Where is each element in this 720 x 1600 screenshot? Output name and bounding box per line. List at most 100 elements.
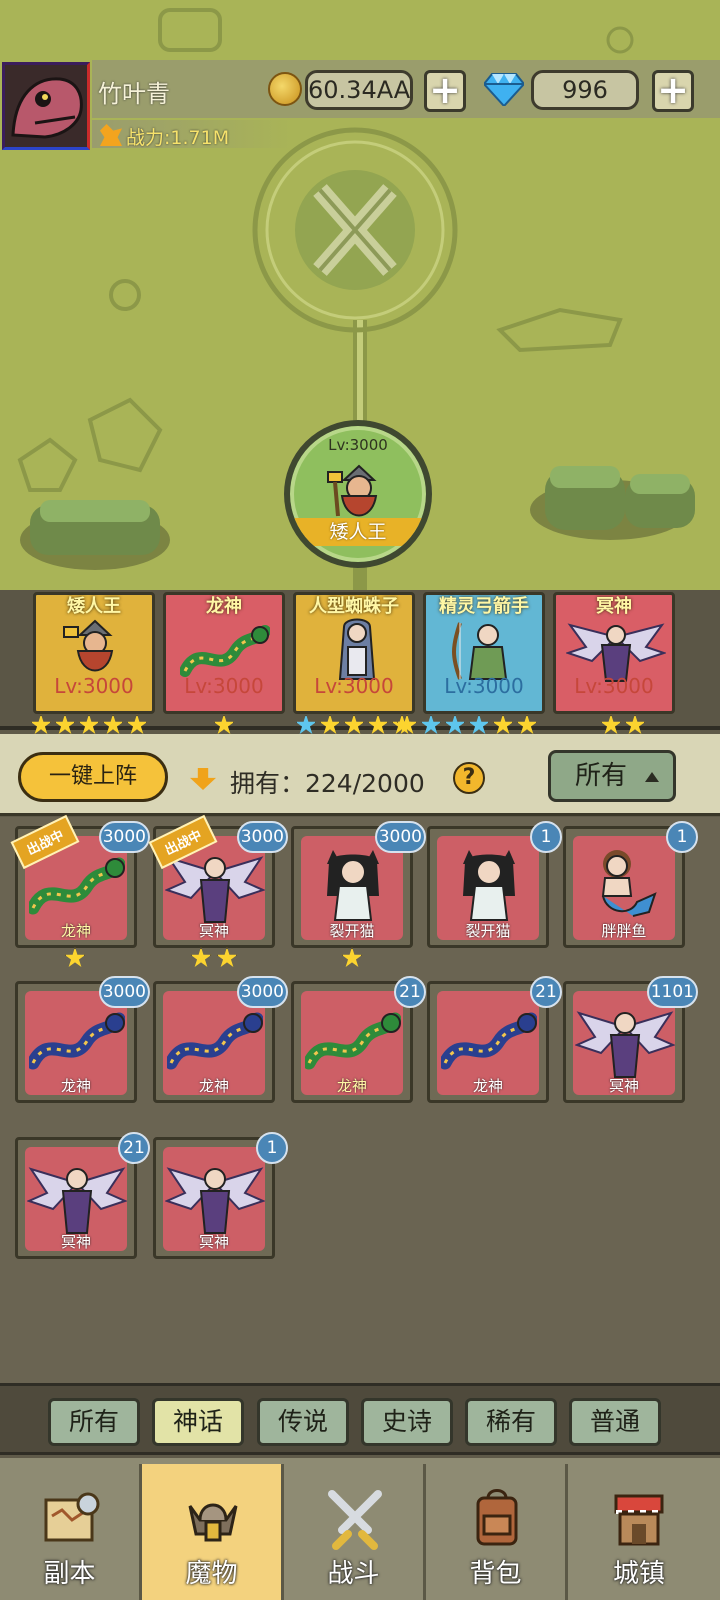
nav-battle[interactable]: 战斗 <box>284 1464 426 1600</box>
team-lineup: 矮人王 Lv:3000 龙神 Lv:3000 人型蜘蛛子 Lv:3000 精灵弓… <box>0 590 720 735</box>
monster-level-badge: 1 <box>530 821 562 853</box>
monster-name: 胖胖鱼 <box>601 922 647 940</box>
monster-stars <box>341 947 363 969</box>
monster-level-badge: 21 <box>530 976 562 1008</box>
add-gems-button[interactable]: + <box>652 70 694 112</box>
tab-rare[interactable]: 稀有 <box>465 1398 557 1446</box>
tab-mythic[interactable]: 神话 <box>152 1398 244 1446</box>
owned-count: 拥有：224/2000 <box>230 769 425 798</box>
team-slot[interactable]: 龙神 Lv:3000 <box>163 592 285 714</box>
chubby-fish-mermaid-icon <box>601 850 657 917</box>
add-gold-button[interactable]: + <box>424 70 466 112</box>
monster-level-badge: 1 <box>256 1132 288 1164</box>
team-slot[interactable]: 冥神 Lv:3000 <box>553 592 675 714</box>
monster-name: 龙神 <box>472 1077 503 1095</box>
gold-star-icon <box>341 947 363 968</box>
monster-toolbar: 一键上阵 拥有：224/2000 ? 所有 <box>0 734 720 816</box>
hades-god-icon <box>165 1167 265 1234</box>
nav-monsters[interactable]: 魔物 <box>142 1464 284 1600</box>
monster-name: 冥神 <box>60 1233 91 1251</box>
tab-common[interactable]: 普通 <box>569 1398 661 1446</box>
shop-house-icon <box>614 1494 664 1546</box>
monster-card[interactable]: 3000 裂开猫 <box>291 821 426 948</box>
monster-level-badge: 3000 <box>236 821 288 853</box>
gold-star-icon <box>319 714 341 735</box>
team-slot[interactable]: 矮人王 Lv:3000 <box>33 592 155 714</box>
diamond-icon <box>484 73 524 106</box>
rarity-filter-tabs: 所有 神话 传说 史诗 稀有 普通 <box>0 1383 720 1455</box>
nav-label: 魔物 <box>185 1559 238 1589</box>
gold-star-icon <box>64 947 86 968</box>
auto-deploy-button[interactable]: 一键上阵 <box>18 752 168 802</box>
blue-dragon-god-icon <box>29 1012 125 1070</box>
nav-dungeon[interactable]: 副本 <box>0 1464 142 1600</box>
horned-helmet-icon <box>188 1503 238 1542</box>
team-member-name: 龙神 <box>206 596 242 617</box>
team-member-level: Lv:3000 <box>54 674 134 698</box>
nav-backpack[interactable]: 背包 <box>426 1464 568 1600</box>
gold-star-icon <box>516 714 538 735</box>
blue-star-icon <box>295 714 317 735</box>
gold-star-icon <box>102 714 124 735</box>
filter-label: 所有 <box>575 761 628 791</box>
gold-star-icon <box>492 714 514 735</box>
team-member-name: 矮人王 <box>67 596 121 617</box>
bottom-navigation: 副本 魔物 战斗 背包 城镇 <box>0 1458 720 1600</box>
tab-all[interactable]: 所有 <box>48 1398 140 1446</box>
down-arrow-icon <box>190 768 216 790</box>
gold-coin-icon <box>268 72 302 106</box>
team-slot[interactable]: 精灵弓箭手 Lv:3000 <box>423 592 545 714</box>
monster-card[interactable]: 1101 冥神 <box>563 976 698 1103</box>
blue-star-icon <box>444 714 466 735</box>
nav-label: 背包 <box>469 1559 522 1589</box>
dragon-god-icon <box>29 857 125 915</box>
monster-name: 裂开猫 <box>465 922 511 940</box>
dragon-god-icon <box>305 1012 401 1070</box>
gem-amount: 996 <box>531 70 639 110</box>
hero-level: Lv:3000 <box>328 436 388 454</box>
gold-star-icon <box>190 947 212 968</box>
monster-card[interactable]: 3000 龙神 <box>153 976 288 1103</box>
filter-dropdown[interactable]: 所有 <box>548 750 676 802</box>
monster-level-badge: 3000 <box>98 821 150 853</box>
hades-god-icon <box>575 1011 675 1078</box>
monster-card[interactable]: 1 裂开猫 <box>427 821 562 948</box>
monster-card[interactable]: 出战中 3000 冥神 <box>148 814 288 948</box>
monster-card[interactable]: 1 胖胖鱼 <box>563 821 698 948</box>
gold-star-icon <box>216 947 238 968</box>
caret-up-icon <box>645 772 659 782</box>
nav-town[interactable]: 城镇 <box>568 1464 710 1600</box>
player-name: 竹叶青 <box>98 80 170 108</box>
split-cat-girl-icon <box>463 850 515 921</box>
split-cat-girl-icon <box>327 850 379 921</box>
monster-grid: 出战中 3000 龙神 出战中 3000 冥神 3000 裂开猫 1 裂开猫 1… <box>0 814 720 1387</box>
dragon-god-icon <box>180 625 270 677</box>
leader-hero-portrait[interactable]: Lv:3000 矮人王 <box>284 420 432 568</box>
team-slot[interactable]: 人型蜘蛛子 Lv:3000 <box>293 592 415 714</box>
monster-name: 裂开猫 <box>329 922 375 940</box>
team-member-level: Lv:3000 <box>444 674 524 698</box>
monster-face-icon <box>5 65 87 147</box>
gold-star-icon <box>30 714 52 735</box>
monster-card[interactable]: 出战中 3000 龙神 <box>10 814 150 948</box>
monster-level-badge: 3000 <box>236 976 288 1008</box>
monster-card[interactable]: 21 冥神 <box>15 1132 150 1259</box>
team-member-name: 人型蜘蛛子 <box>309 596 399 617</box>
player-avatar[interactable] <box>2 62 90 150</box>
monster-name: 龙神 <box>60 922 91 940</box>
map-scroll-icon <box>44 1492 100 1542</box>
help-icon[interactable]: ? <box>453 762 485 794</box>
monster-card[interactable]: 3000 龙神 <box>15 976 150 1103</box>
nav-label: 战斗 <box>327 1559 380 1589</box>
tab-epic[interactable]: 史诗 <box>361 1398 453 1446</box>
tab-legendary[interactable]: 传说 <box>257 1398 349 1446</box>
gold-star-icon <box>367 714 389 735</box>
combat-power: 战力:1.71M <box>126 127 230 149</box>
team-member-level: Lv:3000 <box>314 674 394 698</box>
monster-card[interactable]: 21 龙神 <box>291 976 426 1103</box>
blue-star-icon <box>420 714 442 735</box>
monster-card[interactable]: 21 龙神 <box>427 976 562 1103</box>
gold-star-icon <box>343 714 365 735</box>
monster-card[interactable]: 1 冥神 <box>153 1132 288 1259</box>
blue-star-icon <box>468 714 490 735</box>
